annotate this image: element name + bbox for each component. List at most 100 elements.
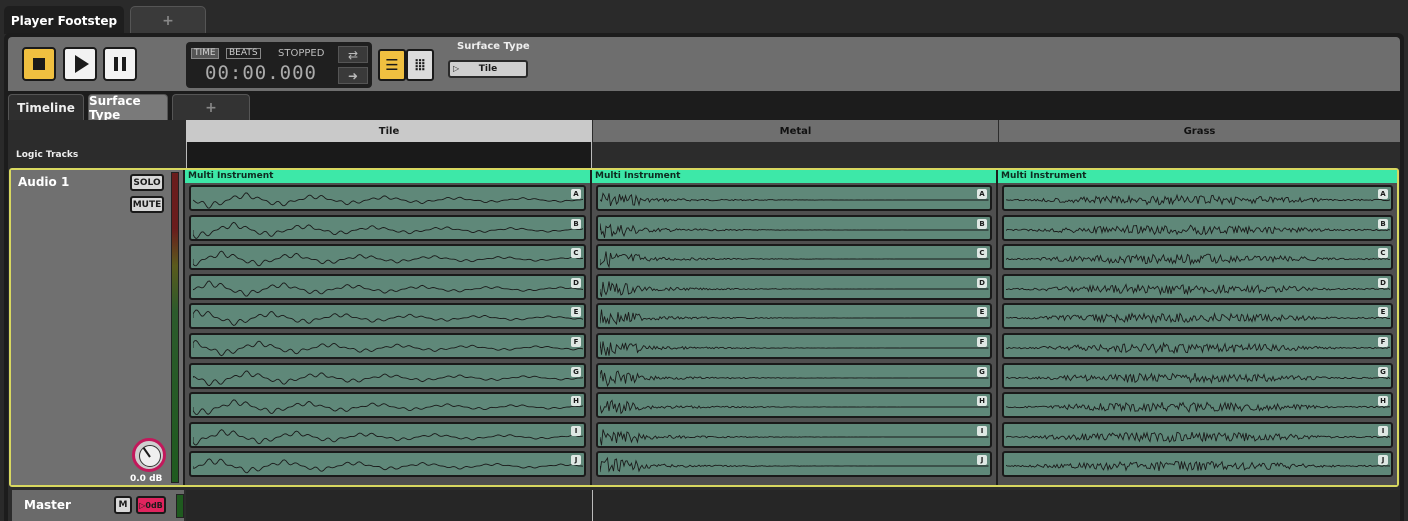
audio-clip[interactable]: G bbox=[596, 362, 992, 389]
clip-letter-badge: G bbox=[977, 366, 987, 377]
column-header-tile[interactable]: Tile bbox=[186, 120, 592, 142]
clip-letter-badge: F bbox=[977, 337, 987, 347]
audio-clip[interactable]: A bbox=[189, 185, 586, 211]
audio-clip[interactable]: A bbox=[596, 185, 992, 211]
clip-letter-badge: H bbox=[571, 396, 581, 407]
stop-icon bbox=[33, 58, 45, 70]
master-output-button[interactable]: ▷0dB bbox=[136, 496, 166, 514]
clip-letter-badge: E bbox=[571, 307, 581, 318]
audio-clip[interactable]: B bbox=[596, 214, 992, 241]
audio-clip[interactable]: D bbox=[189, 273, 586, 300]
add-doc-tab-button[interactable]: + bbox=[130, 6, 206, 34]
master-name: Master bbox=[24, 498, 71, 512]
waveform bbox=[1006, 253, 1391, 266]
clip-letter-badge: H bbox=[1378, 396, 1388, 407]
time-mode-toggle[interactable]: TIME bbox=[191, 48, 219, 59]
audio-clip[interactable]: I bbox=[596, 421, 992, 448]
clip-letter-badge: B bbox=[571, 218, 581, 229]
volume-knob[interactable] bbox=[132, 438, 166, 472]
list-view-button[interactable]: ☰ bbox=[378, 49, 406, 81]
waveform bbox=[1006, 223, 1391, 235]
audio-clip[interactable]: B bbox=[1002, 214, 1393, 241]
clip-letter-badge: J bbox=[977, 455, 987, 466]
track-name[interactable]: Audio 1 bbox=[18, 175, 69, 189]
audio-clip[interactable]: F bbox=[189, 333, 586, 359]
audio-clip[interactable]: C bbox=[189, 244, 586, 271]
instrument-title: Multi Instrument bbox=[998, 170, 1397, 183]
clip-letter-badge: B bbox=[1378, 218, 1388, 229]
audio-clip[interactable]: J bbox=[1002, 451, 1393, 478]
audio-clip[interactable]: E bbox=[189, 303, 586, 330]
waveform bbox=[1006, 401, 1391, 414]
waveform bbox=[193, 428, 584, 446]
waveform bbox=[600, 341, 989, 356]
follow-playback-button[interactable]: ➜ bbox=[338, 67, 368, 84]
column-header-grass[interactable]: Grass bbox=[999, 120, 1400, 142]
audio-clip[interactable]: D bbox=[1002, 273, 1393, 300]
pause-icon bbox=[114, 57, 126, 71]
knob-pointer bbox=[142, 447, 151, 458]
clip-letter-badge: F bbox=[571, 337, 581, 347]
playback-status: STOPPED bbox=[278, 48, 325, 59]
instrument-title: Multi Instrument bbox=[185, 170, 590, 183]
waveform bbox=[600, 192, 989, 207]
audio-clip[interactable]: D bbox=[596, 273, 992, 300]
deck-view-button[interactable]: ⦙⦙⦙ bbox=[406, 49, 434, 81]
doc-tab-player-footstep[interactable]: Player Footstep bbox=[4, 6, 124, 34]
audio-clip[interactable]: E bbox=[596, 303, 992, 330]
multi-instrument-grass[interactable]: Multi Instrument A B C D E F G H I J bbox=[998, 170, 1397, 485]
mono-button[interactable]: M bbox=[114, 496, 132, 514]
waveform bbox=[193, 369, 584, 386]
parameter-sheet: Tile Metal Grass Logic Tracks Audio 1 SO… bbox=[8, 120, 1400, 521]
waveform bbox=[1006, 283, 1391, 296]
audio-clip[interactable]: E bbox=[1002, 303, 1393, 330]
audio-track: Audio 1 SOLO MUTE 0.0 dB Multi Instrumen… bbox=[9, 168, 1399, 487]
clip-letter-badge: J bbox=[571, 455, 581, 466]
audio-clip[interactable]: H bbox=[1002, 392, 1393, 419]
audio-clip[interactable]: G bbox=[1002, 362, 1393, 389]
audio-clip[interactable]: A bbox=[1002, 185, 1393, 211]
audio-clip[interactable]: F bbox=[1002, 333, 1393, 359]
track-header: Audio 1 SOLO MUTE 0.0 dB bbox=[11, 170, 183, 485]
clip-letter-badge: A bbox=[571, 189, 581, 199]
multi-instrument-tile[interactable]: Multi Instrument A B C D E F G H I J bbox=[185, 170, 590, 485]
parameter-value-field[interactable]: ▷ Tile bbox=[448, 60, 528, 78]
multi-instrument-metal[interactable]: Multi Instrument A B C D E F G H I J bbox=[592, 170, 996, 485]
audio-clip[interactable]: C bbox=[1002, 244, 1393, 271]
loop-button[interactable]: ⇄ bbox=[338, 46, 368, 63]
clip-letter-badge: F bbox=[1378, 337, 1388, 347]
column-header-metal[interactable]: Metal bbox=[593, 120, 998, 142]
tab-surface-type[interactable]: Surface Type bbox=[88, 94, 168, 122]
audio-clip[interactable]: J bbox=[189, 451, 586, 478]
play-caret-icon: ▷ bbox=[453, 64, 460, 73]
play-button[interactable] bbox=[63, 47, 97, 81]
audio-clip[interactable]: H bbox=[189, 392, 586, 419]
waveform bbox=[1006, 371, 1391, 384]
tab-timeline[interactable]: Timeline bbox=[8, 94, 84, 120]
waveform bbox=[600, 251, 989, 269]
parameter-value: Tile bbox=[478, 64, 498, 74]
clip-letter-badge: A bbox=[977, 189, 987, 199]
audio-clip[interactable]: B bbox=[189, 214, 586, 241]
instrument-title: Multi Instrument bbox=[592, 170, 996, 183]
master-level-meter bbox=[176, 494, 184, 518]
columns-icon: ⦙⦙⦙ bbox=[414, 56, 426, 74]
add-editor-tab-button[interactable]: + bbox=[172, 94, 250, 120]
waveform bbox=[193, 340, 584, 357]
column-highlight bbox=[186, 142, 592, 168]
waveform bbox=[600, 281, 989, 297]
audio-clip[interactable]: G bbox=[189, 362, 586, 389]
stop-button[interactable] bbox=[22, 47, 56, 81]
arrow-right-icon: ➜ bbox=[347, 68, 359, 83]
beats-mode-toggle[interactable]: BEATS bbox=[226, 48, 261, 59]
pause-button[interactable] bbox=[103, 47, 137, 81]
audio-clip[interactable]: C bbox=[596, 244, 992, 271]
audio-clip[interactable]: I bbox=[189, 421, 586, 448]
audio-clip[interactable]: J bbox=[596, 451, 992, 478]
audio-clip[interactable]: I bbox=[1002, 421, 1393, 448]
audio-clip[interactable]: H bbox=[596, 392, 992, 419]
solo-button[interactable]: SOLO bbox=[130, 174, 164, 191]
mute-button[interactable]: MUTE bbox=[130, 196, 164, 213]
audio-clip[interactable]: F bbox=[596, 333, 992, 359]
playhead-line bbox=[592, 490, 593, 521]
